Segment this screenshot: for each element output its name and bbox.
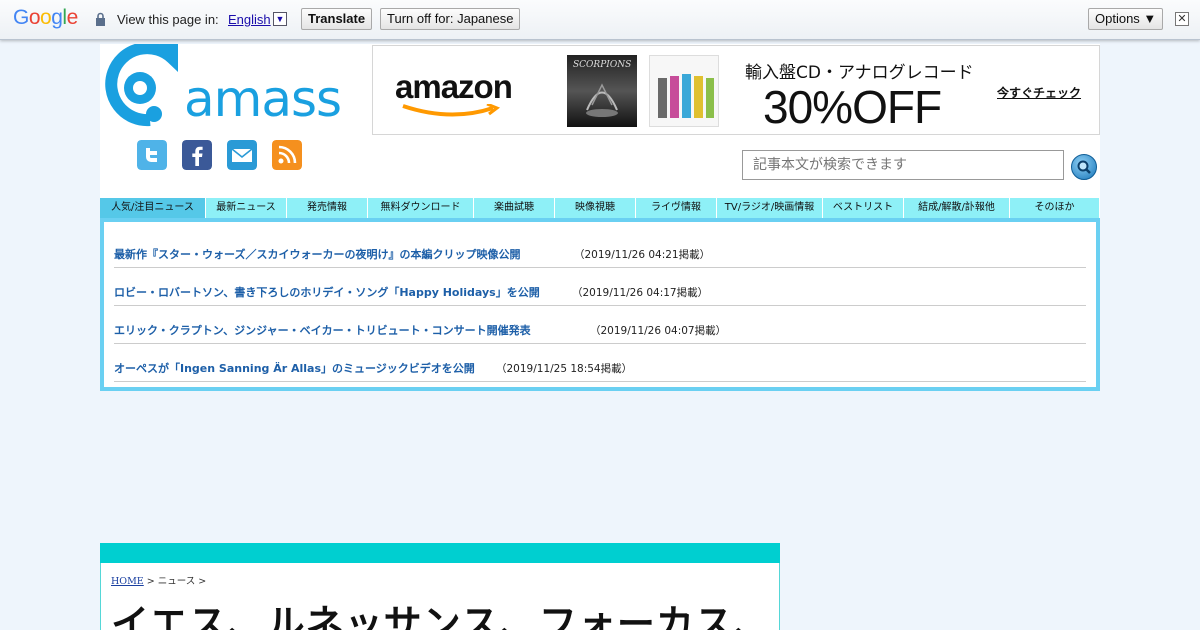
- news-date: （2019/11/26 04:17掲載）: [572, 287, 709, 299]
- news-item: エリック・クラプトン、ジンジャー・ベイカー・トリビュート・コンサート開催発表 （2…: [114, 306, 1086, 344]
- news-date: （2019/11/26 04:21掲載）: [574, 249, 711, 261]
- nav-tab[interactable]: 最新ニュース: [206, 198, 287, 218]
- album-art-icon: [586, 83, 618, 117]
- nav-tab[interactable]: TV/ラジオ/映画情報: [717, 198, 823, 218]
- close-icon[interactable]: ✕: [1175, 12, 1189, 26]
- nav-tab[interactable]: ライヴ情報: [636, 198, 717, 218]
- nav-tab[interactable]: そのほか: [1010, 198, 1100, 218]
- logo-text: amass: [184, 70, 342, 128]
- news-item: オーペスが「Ingen Sanning Är Allas」のミュージックビデオを…: [114, 344, 1086, 382]
- google-logo-letter: o: [40, 6, 52, 29]
- breadcrumb-home-link[interactable]: HOME: [111, 576, 144, 587]
- nav-tab[interactable]: 人気/注目ニュース: [100, 198, 206, 218]
- search-input[interactable]: [742, 150, 1064, 180]
- nav-tab[interactable]: 結成/解散/訃報他: [904, 198, 1010, 218]
- news-title-link[interactable]: エリック・クラプトン、ジンジャー・ベイカー・トリビュート・コンサート開催発表: [114, 322, 531, 338]
- news-date: （2019/11/26 04:07掲載）: [590, 325, 727, 337]
- rss-icon[interactable]: [272, 140, 302, 170]
- album-art-icon: [658, 74, 714, 118]
- nav-tab[interactable]: ベストリスト: [823, 198, 904, 218]
- search-icon: [1077, 160, 1091, 174]
- translate-bar: Google View this page in: English ▼ Tran…: [0, 0, 1200, 40]
- nav-tab[interactable]: 映像視聴: [555, 198, 636, 218]
- amazon-smile-icon: [402, 104, 501, 117]
- google-logo: Google: [13, 6, 78, 30]
- album-cover-image: SCORPIONS: [567, 55, 637, 127]
- language-select[interactable]: English: [228, 12, 271, 27]
- google-logo-letter: G: [13, 6, 29, 29]
- amazon-logo: amazon: [395, 68, 513, 105]
- check-now-link[interactable]: 今すぐチェック: [997, 84, 1081, 101]
- translate-button[interactable]: Translate: [301, 8, 373, 30]
- article-headline: イエス、ルネッサンス、フォーカス、: [111, 602, 773, 630]
- search-button[interactable]: [1071, 154, 1097, 180]
- google-logo-letter: g: [51, 6, 63, 29]
- news-title-link[interactable]: 最新作『スター・ウォーズ／スカイウォーカーの夜明け』の本編クリップ映像公開: [114, 246, 520, 262]
- mail-icon[interactable]: [227, 140, 257, 170]
- article-panel: HOME > ニュース > イエス、ルネッサンス、フォーカス、: [100, 563, 780, 630]
- chevron-down-icon[interactable]: ▼: [273, 12, 287, 26]
- turn-off-button[interactable]: Turn off for: Japanese: [380, 8, 521, 30]
- news-list: 最新作『スター・ウォーズ／スカイウォーカーの夜明け』の本編クリップ映像公開 （20…: [100, 218, 1100, 391]
- breadcrumb: HOME > ニュース >: [111, 573, 206, 587]
- site-logo[interactable]: amass: [100, 44, 342, 128]
- news-date: （2019/11/25 18:54掲載）: [496, 363, 633, 375]
- album-cover-image: [649, 55, 719, 127]
- news-title-link[interactable]: オーペスが「Ingen Sanning Är Allas」のミュージックビデオを…: [114, 360, 475, 376]
- google-logo-letter: e: [66, 6, 79, 29]
- nav-tab[interactable]: 発売情報: [287, 198, 368, 218]
- logo-mark-icon: [105, 44, 178, 127]
- news-item: 最新作『スター・ウォーズ／スカイウォーカーの夜明け』の本編クリップ映像公開 （20…: [114, 230, 1086, 268]
- google-logo-letter: o: [28, 6, 41, 29]
- lock-icon: [96, 12, 105, 26]
- breadcrumb-rest: > ニュース >: [143, 576, 207, 587]
- nav-tab[interactable]: 無料ダウンロード: [368, 198, 474, 218]
- options-button[interactable]: Options ▼: [1088, 8, 1164, 30]
- article-header-bar: [100, 543, 780, 563]
- news-title-link[interactable]: ロビー・ロバートソン、書き下ろしのホリデイ・ソング「Happy Holidays…: [114, 284, 540, 300]
- twitter-icon[interactable]: [137, 140, 167, 170]
- banner-discount: 30%OFF: [763, 81, 942, 133]
- facebook-icon[interactable]: [182, 140, 212, 170]
- site-header: amass amazon SCORPIONS 輸入盤CD・アナログレコード 30…: [100, 44, 1100, 198]
- news-item: ロビー・ロバートソン、書き下ろしのホリデイ・ソング「Happy Holidays…: [114, 268, 1086, 306]
- nav-tab[interactable]: 楽曲試聴: [474, 198, 555, 218]
- view-page-label: View this page in:: [117, 12, 219, 27]
- amazon-ad-banner[interactable]: amazon SCORPIONS 輸入盤CD・アナログレコード 30%OFF 今…: [372, 45, 1100, 135]
- category-nav: 人気/注目ニュース 最新ニュース 発売情報 無料ダウンロード 楽曲試聴 映像視聴 ライヴ情報…: [100, 198, 1100, 218]
